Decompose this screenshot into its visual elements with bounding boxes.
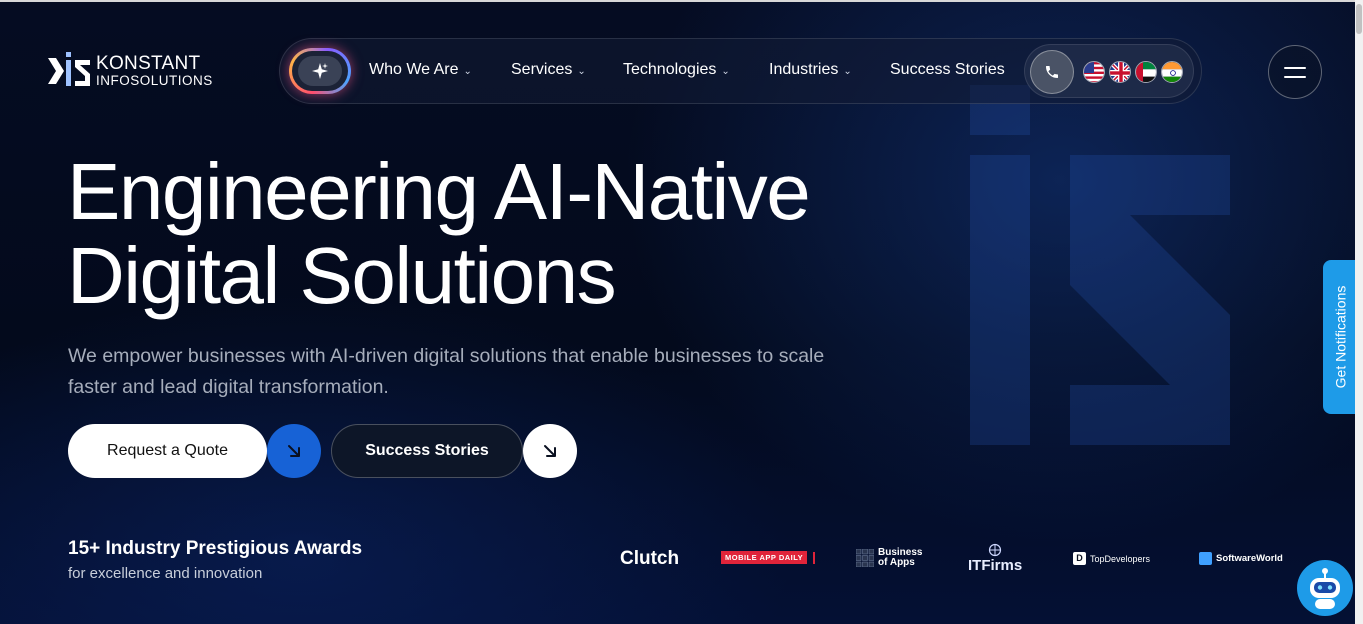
get-notifications-tab[interactable]: Get Notifications <box>1323 260 1357 414</box>
awards-title: 15+ Industry Prestigious Awards <box>68 538 363 559</box>
ai-assistant-button[interactable] <box>289 48 351 94</box>
hamburger-menu-button[interactable] <box>1268 45 1322 99</box>
grid-icon <box>856 549 874 567</box>
nav-success-stories-label: Success Stories <box>890 61 1005 78</box>
nav-services[interactable]: Services ⌄ <box>511 61 586 79</box>
logo-text: KONSTANT INFOSOLUTIONS <box>96 54 213 88</box>
chevron-down-icon: ⌄ <box>577 65 586 77</box>
success-stories-arrow-button[interactable] <box>523 424 577 478</box>
page: KONSTANT INFOSOLUTIONS Who We Are ⌄ Serv… <box>0 0 1363 624</box>
logo-line-2: INFOSOLUTIONS <box>96 73 213 89</box>
request-quote-arrow-button[interactable] <box>267 424 321 478</box>
topdevelopers-icon: D <box>1073 552 1086 565</box>
india-flag-icon[interactable] <box>1161 61 1183 83</box>
topdevelopers-logo: D TopDevelopers <box>1073 552 1150 565</box>
chevron-down-icon: ⌄ <box>843 65 852 77</box>
hero-title-line-1: Engineering AI-Native <box>67 147 811 236</box>
arrow-down-right-icon <box>544 445 556 457</box>
top-border <box>0 0 1363 2</box>
globe-icon <box>988 543 1002 557</box>
clutch-label: Clutch <box>620 548 680 569</box>
phone-icon <box>1046 66 1058 78</box>
hero-subtitle: We empower businesses with AI-driven dig… <box>68 345 825 398</box>
mobile-app-daily-label: MOBILE APP DAILY <box>721 551 808 564</box>
nav-who-we-are[interactable]: Who We Are ⌄ <box>369 61 472 79</box>
success-stories-button[interactable]: Success Stories <box>331 424 523 478</box>
chatbot-button[interactable] <box>1297 560 1353 616</box>
nav-services-label: Services <box>511 61 573 78</box>
get-notifications-label: Get Notifications <box>1332 285 1348 389</box>
itfirms-label: ITFirms <box>968 557 1023 574</box>
business-of-apps-line-2: of Apps <box>878 557 915 568</box>
softwareworld-icon <box>1199 552 1212 565</box>
itfirms-logo: ITFirms <box>968 543 1022 574</box>
main-nav: Who We Are ⌄ Services ⌄ Technologies ⌄ I… <box>279 38 1202 104</box>
menu-line <box>1284 66 1306 69</box>
nav-who-we-are-label: Who We Are <box>369 61 459 78</box>
nav-industries-label: Industries <box>769 61 839 78</box>
menu-line <box>1284 75 1306 78</box>
clutch-logo: Clutch <box>620 548 679 570</box>
nav-technologies-label: Technologies <box>623 61 717 78</box>
success-stories-cta: Success Stories <box>331 424 577 478</box>
awards-subtitle: for excellence and innovation <box>68 565 263 582</box>
konstant-logo-icon <box>48 52 90 86</box>
uk-flag-icon[interactable] <box>1109 61 1131 83</box>
mobile-app-daily-logo: MOBILE APP DAILY <box>721 551 816 564</box>
hero-title-line-2: Digital Solutions <box>67 231 617 320</box>
business-of-apps-logo: Business of Apps <box>856 548 922 568</box>
nav-technologies[interactable]: Technologies ⌄ <box>623 61 730 79</box>
nav-success-stories[interactable]: Success Stories <box>890 61 1005 79</box>
topdevelopers-label: TopDevelopers <box>1090 553 1151 564</box>
softwareworld-logo: SoftwareWorld <box>1199 552 1283 565</box>
uae-flag-icon[interactable] <box>1135 61 1157 83</box>
chevron-down-icon: ⌄ <box>463 65 472 77</box>
chevron-down-icon: ⌄ <box>721 65 730 77</box>
contact-region-group <box>1024 44 1194 98</box>
brand-logo[interactable]: KONSTANT INFOSOLUTIONS <box>46 52 213 90</box>
scrollbar[interactable] <box>1355 0 1363 624</box>
us-flag-icon[interactable] <box>1083 61 1105 83</box>
logo-watermark <box>970 85 1230 445</box>
request-quote-button[interactable]: Request a Quote <box>68 424 267 478</box>
scrollbar-thumb[interactable] <box>1356 4 1362 34</box>
softwareworld-label: SoftwareWorld <box>1216 553 1283 564</box>
robot-icon <box>1310 568 1340 609</box>
hero-title: Engineering AI-Native Digital Solutions <box>67 147 811 320</box>
logo-line-1: KONSTANT <box>96 53 201 75</box>
nav-industries[interactable]: Industries ⌄ <box>769 61 852 79</box>
sparkle-icon <box>312 63 328 79</box>
arrow-down-right-icon <box>288 445 300 457</box>
request-quote-cta: Request a Quote <box>68 424 321 478</box>
phone-button[interactable] <box>1030 50 1074 94</box>
